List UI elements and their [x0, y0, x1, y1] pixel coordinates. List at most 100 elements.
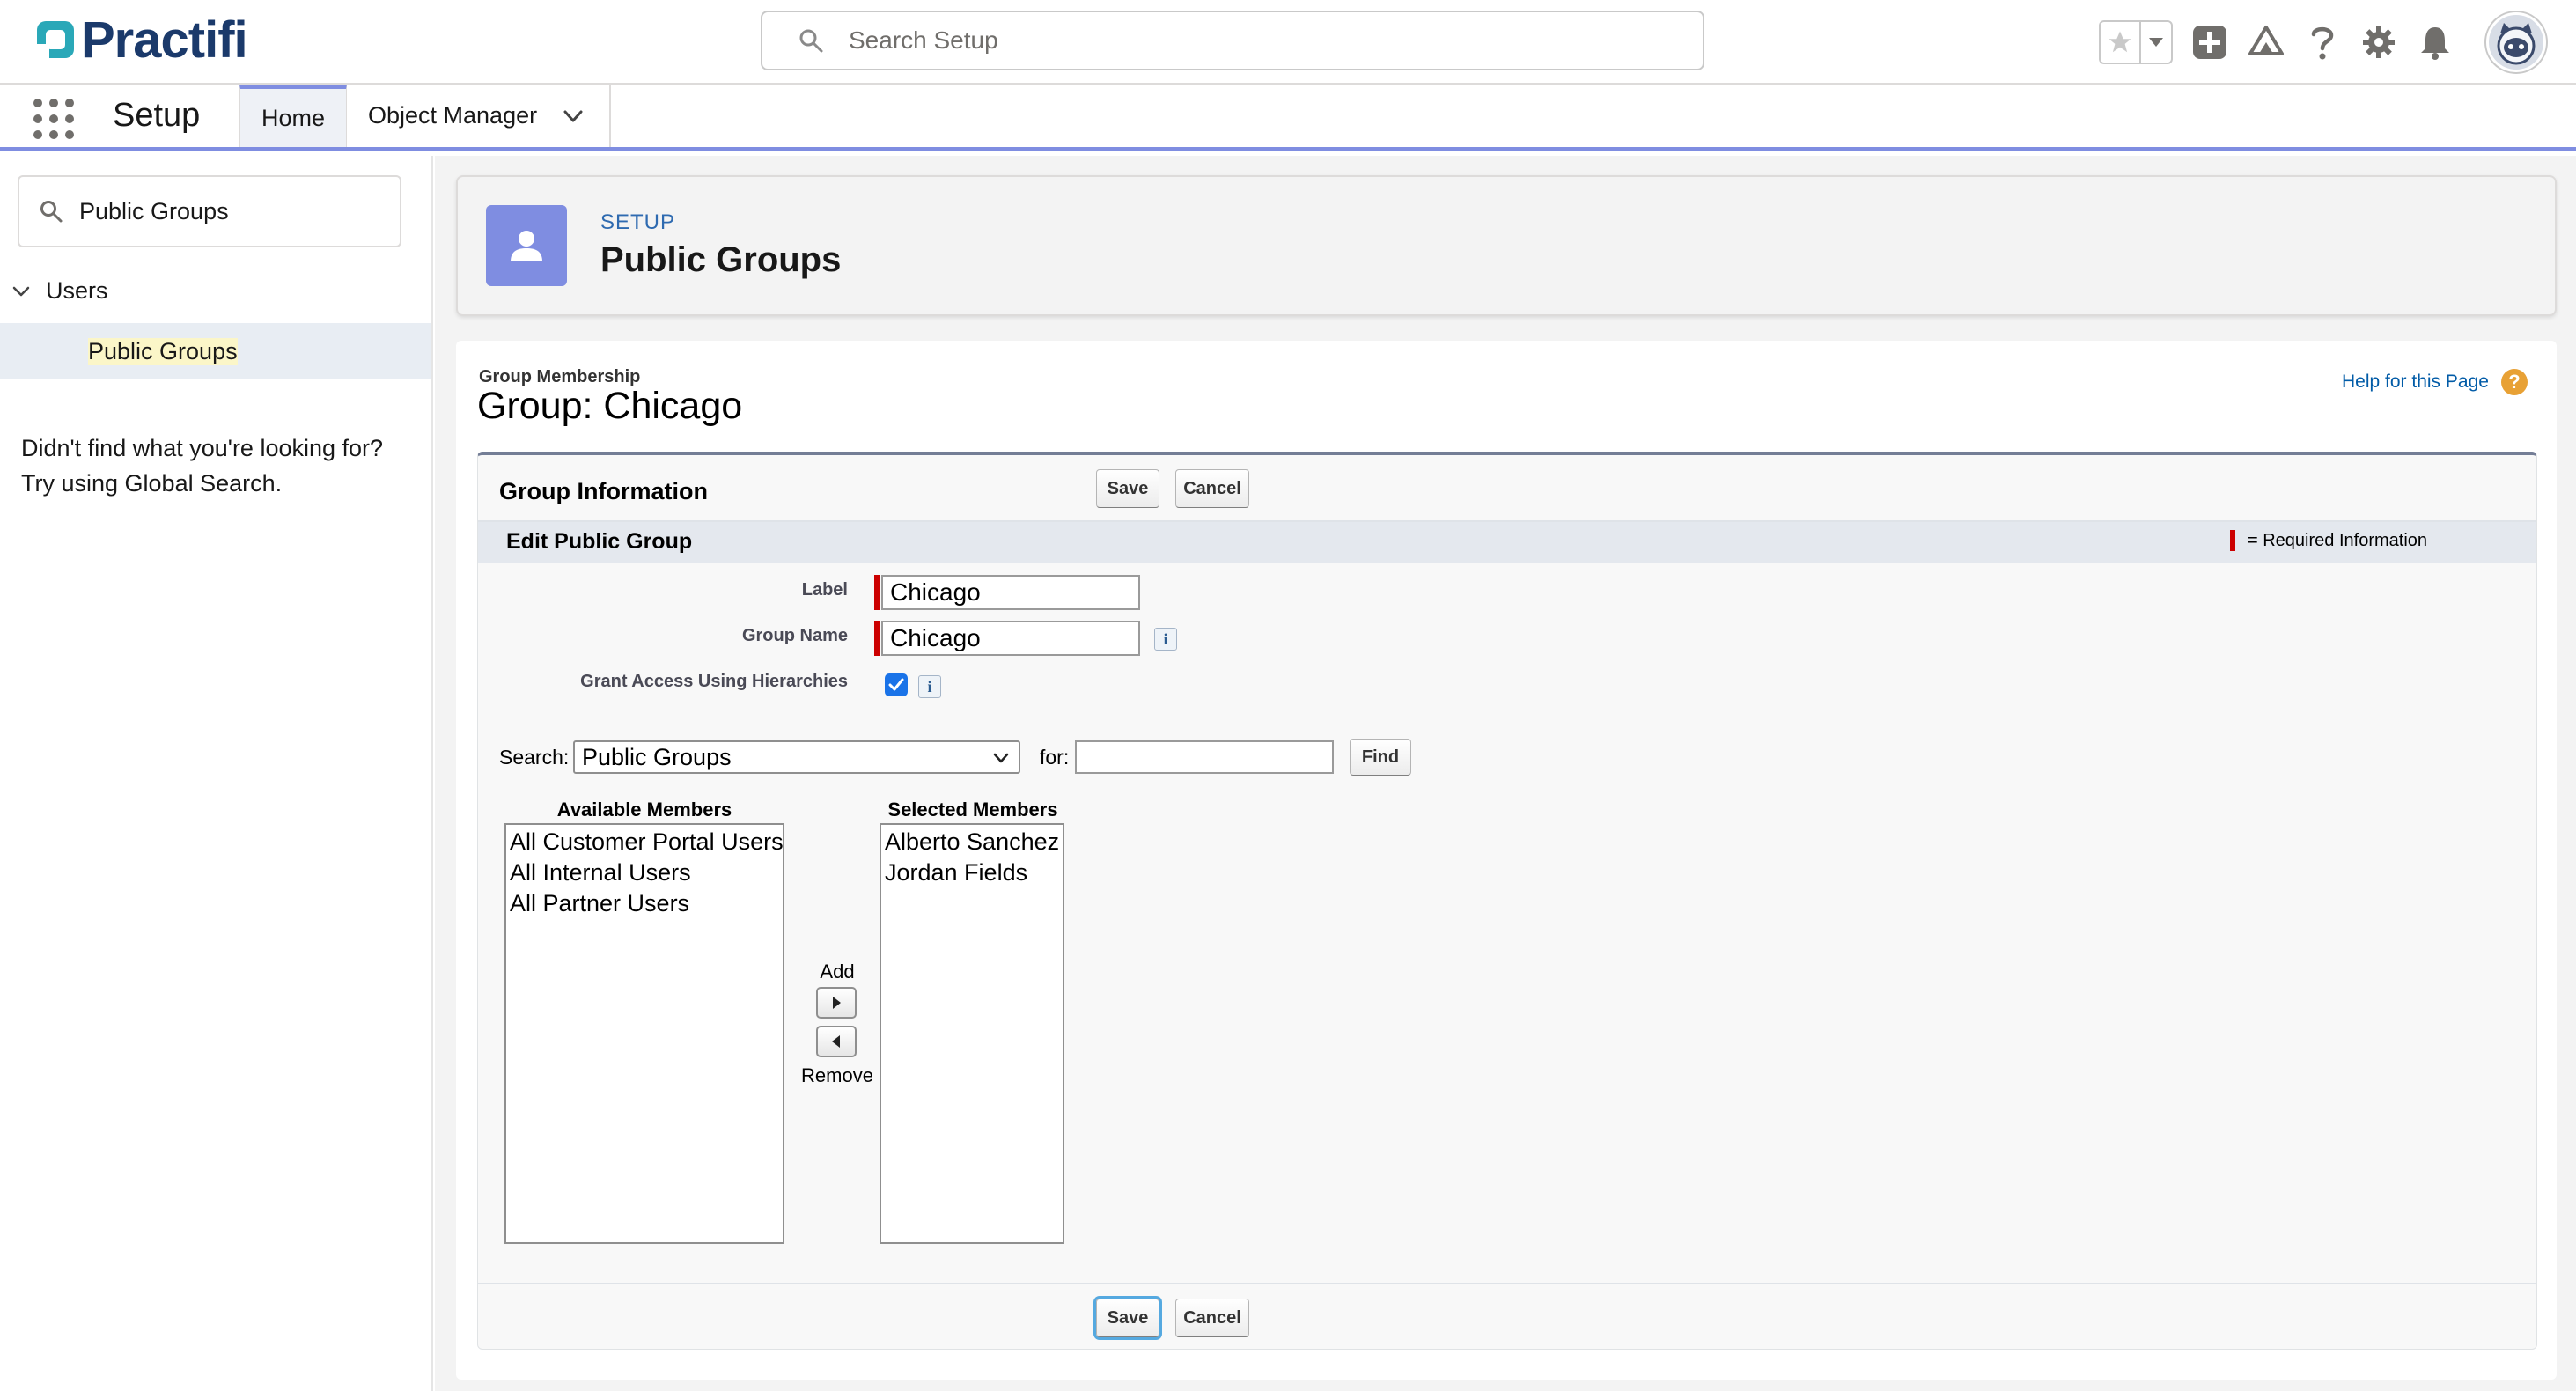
favorites-button[interactable]: [2101, 22, 2141, 63]
tab-home[interactable]: Home: [239, 85, 347, 147]
tree-node-public-groups-label: Public Groups: [88, 337, 238, 365]
brand-name: Practifi: [81, 11, 248, 69]
list-item[interactable]: All Partner Users: [510, 888, 779, 919]
app-launcher-dot: [49, 130, 58, 139]
required-legend: = Required Information: [2230, 530, 2427, 551]
page-title: Public Groups: [600, 240, 842, 279]
grant-access-checkbox[interactable]: [885, 673, 908, 696]
tree-node-public-groups[interactable]: Public Groups: [0, 323, 431, 379]
add-member-button[interactable]: [816, 987, 857, 1019]
tab-object-manager-label: Object Manager: [368, 102, 538, 129]
bell-icon: [2421, 27, 2449, 60]
remove-label: Remove: [801, 1064, 873, 1086]
trailhead-icon: [2248, 26, 2284, 55]
info-icon[interactable]: i: [918, 675, 941, 698]
brand-logo[interactable]: Practifi: [33, 11, 248, 69]
help-link-label: Help for this Page: [2342, 372, 2489, 392]
list-item[interactable]: All Internal Users: [510, 857, 779, 888]
not-found-line-1: Didn't find what you're looking for?: [21, 435, 384, 461]
required-legend-text: = Required Information: [2248, 530, 2428, 550]
global-search-box[interactable]: [761, 11, 1704, 70]
tab-object-manager[interactable]: Object Manager: [347, 85, 611, 147]
group-information-block: Group Information Save Cancel Edit Publi…: [477, 452, 2537, 1350]
app-name: Setup: [113, 97, 201, 134]
page-eyebrow: SETUP: [600, 210, 676, 234]
app-launcher-dot: [33, 99, 42, 107]
save-button-top[interactable]: Save: [1096, 469, 1159, 508]
info-icon[interactable]: i: [1154, 628, 1177, 651]
tree-node-users-label: Users: [46, 277, 108, 304]
favorites-list-button[interactable]: [2141, 22, 2171, 63]
user-avatar[interactable]: [2486, 12, 2546, 72]
find-button[interactable]: Find: [1350, 739, 1411, 776]
label-field-label: Label: [801, 580, 848, 600]
group-name-field-label: Group Name: [741, 626, 848, 645]
notifications-button[interactable]: [2416, 23, 2455, 62]
help-button[interactable]: [2303, 23, 2342, 62]
chevron-down-icon[interactable]: [562, 105, 585, 128]
global-header: Practifi: [0, 0, 2576, 85]
global-actions-button[interactable]: [2190, 23, 2229, 62]
not-found-line-2: Try using Global Search.: [21, 470, 283, 497]
app-launcher-button[interactable]: [33, 99, 74, 139]
arrow-right-icon: [833, 997, 841, 1009]
app-launcher-dot: [65, 99, 74, 107]
help-for-page-link[interactable]: Help for this Page ?: [2342, 369, 2528, 395]
header-utility-icons: [2099, 12, 2546, 72]
search-type-value: Public Groups: [582, 743, 732, 770]
required-marker: [874, 575, 880, 610]
chevron-down-icon: [993, 753, 1009, 763]
help-question-icon: ?: [2500, 369, 2528, 395]
group-title: Group: Chicago: [477, 385, 743, 427]
add-label: Add: [820, 960, 855, 983]
user-silhouette-icon: [511, 231, 542, 261]
list-item[interactable]: Alberto Sanchez: [885, 827, 1059, 857]
arrow-left-icon: [832, 1035, 840, 1048]
label-input[interactable]: [881, 575, 1140, 610]
app-launcher-dot: [33, 130, 42, 139]
available-members-header: Available Members: [556, 799, 732, 821]
help-icon: [2311, 26, 2334, 60]
search-type-select[interactable]: Public Groups: [573, 740, 1020, 774]
group-name-input[interactable]: [881, 621, 1140, 656]
setup-sidebar: Users Public Groups Didn't find what you…: [0, 156, 433, 1391]
global-search-input[interactable]: [849, 26, 1641, 55]
trailhead-button[interactable]: [2247, 23, 2285, 62]
favorites-group[interactable]: [2099, 20, 2173, 64]
section-title: Edit Public Group: [506, 529, 693, 554]
page-content: Group Membership Group: Chicago Help for…: [456, 341, 2557, 1380]
search-for-input[interactable]: [1075, 740, 1334, 774]
quick-find-input[interactable]: [79, 197, 379, 225]
app-launcher-dot: [65, 114, 74, 123]
list-item[interactable]: All Customer Portal Users: [510, 827, 784, 857]
block-title: Group Information: [499, 478, 708, 504]
chevron-down-icon[interactable]: [11, 281, 32, 302]
required-marker: [2230, 530, 2235, 551]
available-members-list[interactable]: All Customer Portal Users All Internal U…: [504, 823, 784, 1244]
remove-member-button[interactable]: [816, 1026, 857, 1057]
cancel-button-bottom[interactable]: Cancel: [1175, 1299, 1249, 1337]
user-icon: [486, 205, 567, 286]
page-header: SETUP Public Groups: [456, 175, 2557, 316]
context-bar: Setup Home Object Manager: [0, 85, 2576, 151]
for-label: for:: [1040, 746, 1070, 769]
quick-find-box[interactable]: [18, 175, 401, 247]
main-area: SETUP Public Groups Group Membership Gro…: [435, 156, 2576, 1391]
setup-gear-button[interactable]: [2359, 23, 2398, 62]
not-found-message: Didn't find what you're looking for? Try…: [21, 431, 383, 501]
chevron-down-icon: [2149, 38, 2163, 47]
save-button-bottom[interactable]: Save: [1096, 1299, 1159, 1337]
selected-members-header: Selected Members: [887, 799, 1058, 821]
tree-node-users[interactable]: Users: [11, 277, 108, 305]
tab-home-label: Home: [261, 104, 326, 131]
app-launcher-dot: [49, 114, 58, 123]
list-item[interactable]: Jordan Fields: [885, 857, 1059, 888]
required-marker: [874, 621, 880, 656]
add-icon: [2193, 26, 2226, 59]
selected-members-list[interactable]: Alberto Sanchez Jordan Fields: [880, 823, 1064, 1244]
grant-access-field-label: Grant Access Using Hierarchies: [580, 672, 848, 691]
cancel-button-top[interactable]: Cancel: [1175, 469, 1249, 508]
gear-icon: [2363, 26, 2395, 58]
app-launcher-dot: [65, 130, 74, 139]
star-icon: [2109, 31, 2131, 53]
